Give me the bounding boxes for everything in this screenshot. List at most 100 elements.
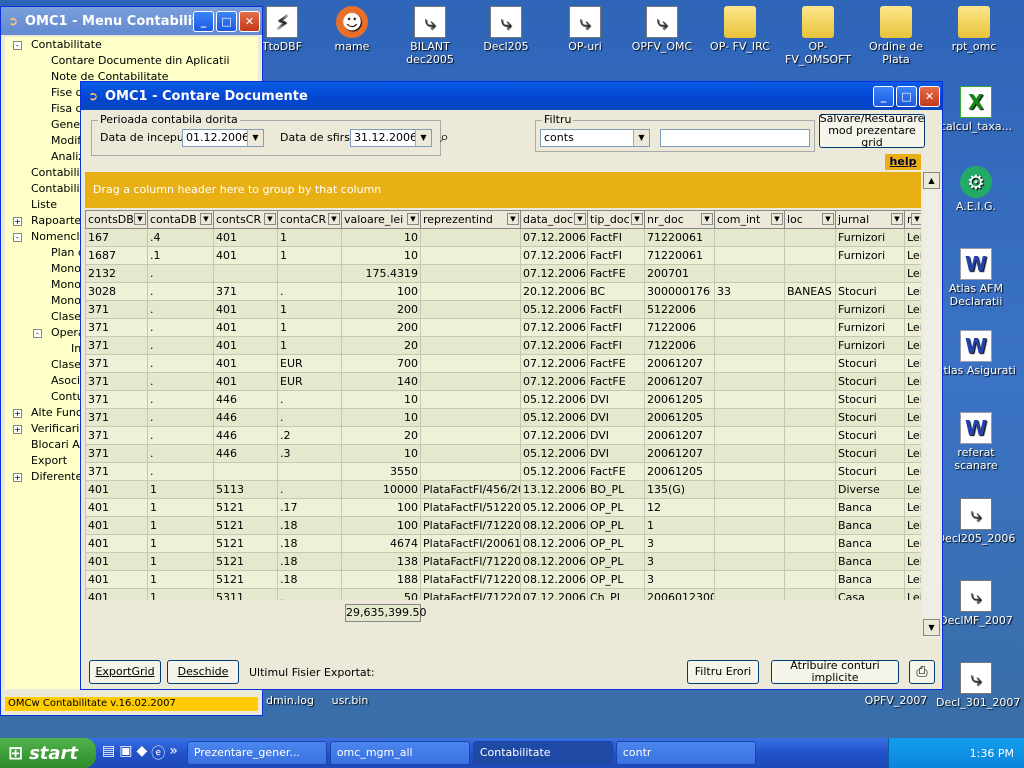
- table-cell[interactable]: 138: [341, 552, 421, 571]
- table-cell[interactable]: 07.12.2006: [520, 318, 588, 337]
- table-cell[interactable]: 07.12.2006: [520, 372, 588, 391]
- table-cell[interactable]: 07.12.2006: [520, 228, 588, 247]
- table-cell[interactable]: 200: [341, 300, 421, 319]
- table-cell[interactable]: 08.12.2006: [520, 552, 588, 571]
- table-cell[interactable]: 1: [147, 516, 214, 535]
- search-icon[interactable]: ⌕: [440, 127, 449, 147]
- table-row[interactable]: 371. 446. 10 05.12.2006 DVI 20061205 Stocuri Le…: [85, 408, 921, 427]
- table-cell[interactable]: 3: [644, 534, 715, 553]
- table-cell[interactable]: .: [147, 264, 214, 283]
- column-header[interactable]: tip_doc ▼: [587, 210, 645, 229]
- table-cell[interactable]: DVI: [587, 390, 645, 409]
- table-cell[interactable]: FactFI: [587, 336, 645, 355]
- table-cell[interactable]: Lei: [904, 498, 921, 517]
- table-cell[interactable]: 1687: [85, 246, 148, 265]
- column-header[interactable]: contsCR ▼: [213, 210, 278, 229]
- table-cell[interactable]: [784, 570, 836, 589]
- desktop-icon[interactable]: rpt_omc: [934, 6, 1014, 53]
- desktop-icon[interactable]: OP- FV_IRC: [700, 6, 780, 53]
- table-cell[interactable]: 05.12.2006: [520, 408, 588, 427]
- table-cell[interactable]: [784, 426, 836, 445]
- column-header[interactable]: nr_doc ▼: [644, 210, 715, 229]
- table-cell[interactable]: [714, 426, 785, 445]
- table-cell[interactable]: 5121: [213, 534, 278, 553]
- table-cell[interactable]: 371: [85, 408, 148, 427]
- table-cell[interactable]: [784, 498, 836, 517]
- table-cell[interactable]: .: [147, 300, 214, 319]
- table-row[interactable]: 2132. 175.4319 07.12.2006FactFE200701 Lei: [85, 264, 921, 283]
- table-cell[interactable]: Stocuri: [835, 426, 905, 445]
- table-row[interactable]: 167.4 401 1 10 07.12.2006 FactFI 71220061 Furni…: [85, 228, 921, 247]
- table-cell[interactable]: 05.12.2006: [520, 390, 588, 409]
- table-cell[interactable]: .: [147, 354, 214, 373]
- table-row[interactable]: 401 1 5113. 10000 PlataFactFI/456/20 13.12.20…: [85, 480, 921, 499]
- table-cell[interactable]: 10: [341, 390, 421, 409]
- table-cell[interactable]: [784, 390, 836, 409]
- table-cell[interactable]: 401: [85, 588, 148, 600]
- desktop-icon[interactable]: ⤷ OPFV_OMC: [622, 6, 702, 53]
- table-cell[interactable]: Lei: [904, 246, 921, 265]
- table-cell[interactable]: .: [277, 408, 342, 427]
- table-cell[interactable]: Banca: [835, 498, 905, 517]
- table-cell[interactable]: OP_PL: [587, 534, 645, 553]
- table-cell[interactable]: 371: [85, 336, 148, 355]
- table-cell[interactable]: 20: [341, 426, 421, 445]
- table-cell[interactable]: [714, 354, 785, 373]
- table-cell[interactable]: PlataFactFI/712200: [420, 516, 521, 535]
- table-cell[interactable]: .: [147, 318, 214, 337]
- table-cell[interactable]: [420, 318, 521, 337]
- table-cell[interactable]: Lei: [904, 300, 921, 319]
- table-cell[interactable]: 05.12.2006: [520, 444, 588, 463]
- table-cell[interactable]: 1: [277, 246, 342, 265]
- table-cell[interactable]: Lei: [904, 372, 921, 391]
- desktop-label-opfv[interactable]: OPFV_2007: [856, 694, 936, 707]
- table-cell[interactable]: 08.12.2006: [520, 516, 588, 535]
- help-button[interactable]: help: [885, 154, 921, 170]
- table-cell[interactable]: Lei: [904, 228, 921, 247]
- table-cell[interactable]: .3: [277, 444, 342, 463]
- table-cell[interactable]: [420, 372, 521, 391]
- table-cell[interactable]: [784, 300, 836, 319]
- table-cell[interactable]: .: [147, 390, 214, 409]
- table-cell[interactable]: .: [277, 282, 342, 301]
- column-header[interactable]: jurnal ▼: [835, 210, 905, 229]
- table-cell[interactable]: .: [277, 588, 342, 600]
- table-cell[interactable]: .18: [277, 534, 342, 553]
- table-cell[interactable]: [277, 462, 342, 481]
- table-cell[interactable]: 10: [341, 228, 421, 247]
- table-cell[interactable]: [714, 336, 785, 355]
- table-cell[interactable]: 12: [644, 498, 715, 517]
- table-row[interactable]: 371. 401 EUR 700 07.12.2006 FactFE 20061207 Sto…: [85, 354, 921, 373]
- maximize-button[interactable]: □: [216, 10, 237, 32]
- table-cell[interactable]: 3: [644, 570, 715, 589]
- menu-titlebar[interactable]: ➲ OMC1 - Menu Contabilit... _ □ ✕: [1, 7, 262, 35]
- table-cell[interactable]: Lei: [904, 318, 921, 337]
- table-cell[interactable]: 371: [85, 372, 148, 391]
- table-cell[interactable]: Lei: [904, 282, 921, 301]
- table-row[interactable]: 371. 401 1 200 07.12.2006 FactFI 7122006 Furniz…: [85, 318, 921, 337]
- table-cell[interactable]: 446: [213, 444, 278, 463]
- table-cell[interactable]: Lei: [904, 426, 921, 445]
- table-cell[interactable]: 401: [85, 498, 148, 517]
- vertical-scrollbar[interactable]: ▲ ▼: [923, 172, 940, 638]
- table-cell[interactable]: 10: [341, 246, 421, 265]
- close-button[interactable]: ✕: [239, 10, 260, 32]
- table-cell[interactable]: 100: [341, 516, 421, 535]
- table-row[interactable]: 371. 3550 05.12.2006 FactFE 20061205 Stocuri L…: [85, 462, 921, 481]
- table-cell[interactable]: [714, 264, 785, 283]
- table-cell[interactable]: 13.12.2006: [520, 480, 588, 499]
- table-cell[interactable]: 08.12.2006: [520, 534, 588, 553]
- table-cell[interactable]: 371: [85, 300, 148, 319]
- table-cell[interactable]: .17: [277, 498, 342, 517]
- table-cell[interactable]: 371: [85, 318, 148, 337]
- table-cell[interactable]: 4674: [341, 534, 421, 553]
- column-header[interactable]: data_doc ▼: [520, 210, 588, 229]
- table-cell[interactable]: Lei: [904, 444, 921, 463]
- table-cell[interactable]: PlataFactFI/712200: [420, 570, 521, 589]
- table-cell[interactable]: [835, 264, 905, 283]
- column-header[interactable]: mon▼: [904, 210, 921, 229]
- table-cell[interactable]: 5121: [213, 552, 278, 571]
- scroll-up-icon[interactable]: ▲: [923, 172, 940, 189]
- table-cell[interactable]: 20061205: [644, 408, 715, 427]
- table-cell[interactable]: Furnizori: [835, 228, 905, 247]
